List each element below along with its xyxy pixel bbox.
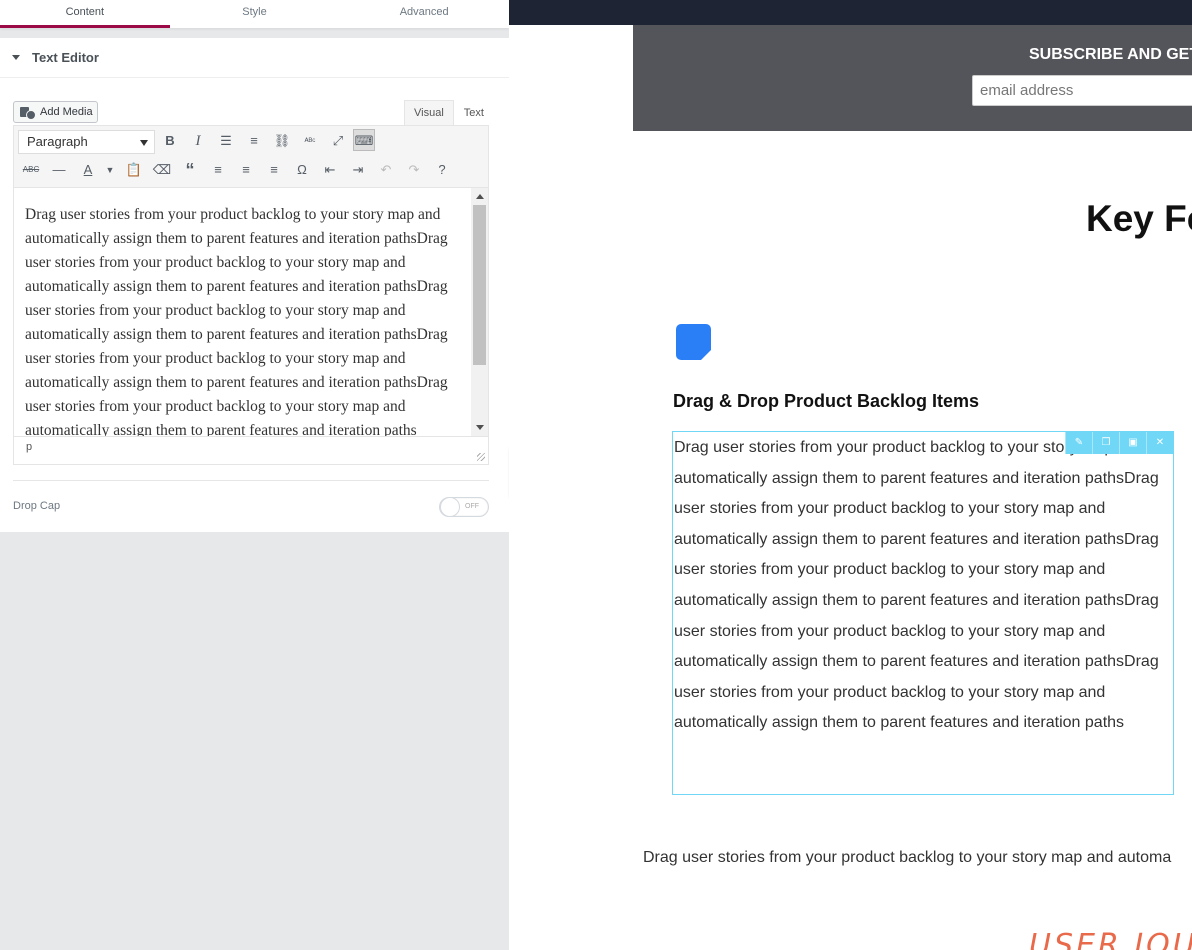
help-icon[interactable]: ?	[431, 159, 453, 181]
caret-down-icon	[12, 55, 20, 60]
editor-panel: Content Style Advanced Text Editor Add M…	[0, 0, 509, 950]
redo-icon[interactable]: ↷	[403, 159, 425, 181]
widget-toolbar: ✎ ❐ ▣ ✕	[1065, 432, 1173, 454]
editor-scrollbar[interactable]	[471, 188, 488, 436]
drop-cap-toggle[interactable]: OFF	[439, 497, 489, 517]
subscribe-bar: SUBSCRIBE AND GET email address	[633, 25, 1192, 131]
format-select-value: Paragraph	[27, 134, 88, 149]
strikethrough-icon[interactable]: ABC	[20, 159, 42, 181]
toolbar-toggle-icon[interactable]: ⌨	[353, 129, 375, 151]
indent-icon[interactable]: ⇥	[347, 159, 369, 181]
text-color-icon[interactable]: A	[77, 159, 99, 181]
color-dropdown-icon[interactable]: ▼	[99, 159, 121, 181]
section-header[interactable]: Text Editor	[0, 38, 509, 78]
drop-cap-label: Drop Cap	[13, 500, 61, 512]
panel-tabs: Content Style Advanced	[0, 0, 509, 28]
tab-advanced[interactable]: Advanced	[339, 0, 509, 28]
media-icon	[20, 106, 36, 120]
save-icon[interactable]: ▣	[1119, 432, 1146, 454]
spellcheck-icon[interactable]: ᴬᴮᶜ	[299, 130, 321, 152]
scroll-up-icon[interactable]	[476, 194, 484, 199]
align-right-icon[interactable]: ≡	[263, 159, 285, 181]
scroll-thumb[interactable]	[473, 205, 486, 365]
link-icon[interactable]: ⛓	[271, 130, 293, 152]
handwritten-heading: USER JOU	[1029, 928, 1192, 950]
toggle-state: OFF	[465, 503, 479, 510]
undo-icon[interactable]: ↶	[375, 159, 397, 181]
visual-editor[interactable]: Drag user stories from your product back…	[13, 187, 489, 437]
add-media-label: Add Media	[40, 106, 93, 118]
edit-icon[interactable]: ✎	[1065, 432, 1092, 454]
outdent-icon[interactable]: ⇤	[319, 159, 341, 181]
horizontal-line-icon[interactable]: —	[48, 159, 70, 181]
selected-text-widget[interactable]: Drag user stories from your product back…	[672, 431, 1174, 795]
editor-mode-tabs: Visual Text	[404, 100, 494, 125]
subscribe-title: SUBSCRIBE AND GET	[1029, 46, 1192, 63]
tab-content[interactable]: Content	[0, 0, 170, 28]
italic-icon[interactable]: I	[187, 130, 209, 152]
key-features-title: Key Fe	[1086, 198, 1192, 239]
text-editor-section: Text Editor Add Media Visual Text Paragr…	[0, 38, 509, 532]
editor-content[interactable]: Drag user stories from your product back…	[25, 203, 465, 436]
duplicate-icon[interactable]: ❐	[1092, 432, 1119, 454]
blockquote-icon[interactable]: “	[179, 159, 201, 181]
feature-text[interactable]: Drag user stories from your product back…	[674, 433, 1174, 739]
tab-text[interactable]: Text	[454, 100, 494, 125]
format-select[interactable]: Paragraph	[18, 130, 155, 154]
editor-statusbar: p	[13, 437, 489, 465]
page-preview: SUBSCRIBE AND GET email address Key Fe D…	[509, 0, 1192, 950]
feature-heading[interactable]: Drag & Drop Product Backlog Items	[673, 391, 979, 412]
section-title: Text Editor	[32, 50, 99, 65]
tab-visual[interactable]: Visual	[404, 100, 454, 125]
tab-style[interactable]: Style	[170, 0, 340, 28]
add-media-button[interactable]: Add Media	[13, 101, 98, 123]
element-path[interactable]: p	[26, 441, 32, 453]
app-root: Content Style Advanced Text Editor Add M…	[0, 0, 1192, 950]
bottom-text[interactable]: Drag user stories from your product back…	[643, 849, 1171, 867]
fullscreen-icon[interactable]: ⤢	[327, 130, 349, 152]
clear-formatting-icon[interactable]: ⌫	[151, 159, 173, 181]
close-icon[interactable]: ✕	[1146, 432, 1173, 454]
dropdown-arrow-icon	[140, 140, 148, 146]
paste-text-icon[interactable]: 📋	[123, 159, 145, 181]
bold-icon[interactable]: B	[159, 130, 181, 152]
editor-toolbar: Paragraph B I ☰ ≡ ⛓ ᴬᴮᶜ ⤢ ⌨ ABC — A ▼ 📋 …	[13, 125, 489, 187]
resize-handle-icon[interactable]	[477, 453, 485, 461]
sticky-note-icon	[676, 324, 711, 360]
scroll-down-icon[interactable]	[476, 425, 484, 430]
align-center-icon[interactable]: ≡	[235, 159, 257, 181]
email-placeholder: email address	[980, 82, 1074, 99]
divider	[13, 480, 489, 481]
align-left-icon[interactable]: ≡	[207, 159, 229, 181]
email-input[interactable]: email address	[972, 75, 1192, 106]
bullet-list-icon[interactable]: ☰	[215, 130, 237, 152]
toggle-knob	[440, 497, 460, 517]
special-character-icon[interactable]: Ω	[291, 159, 313, 181]
numbered-list-icon[interactable]: ≡	[243, 130, 265, 152]
hero-image-strip	[509, 0, 1192, 25]
